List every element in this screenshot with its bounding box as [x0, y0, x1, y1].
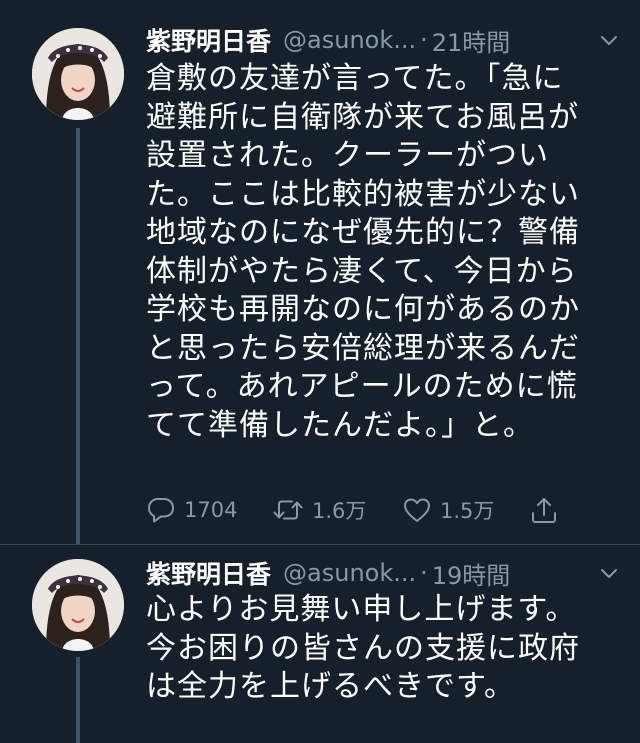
- avatar-photo: [32, 28, 124, 120]
- reply-icon: [148, 498, 174, 523]
- tweet-line: 学校も再開なのに何があるのか: [146, 292, 580, 327]
- retweet-count: 1.6万: [312, 499, 367, 523]
- tweet-line: 地域なのになぜ優先的に？警備: [146, 215, 580, 250]
- tweet-line: は全力を上げるべきです。: [146, 669, 515, 704]
- like-count: 1.5万: [440, 499, 495, 523]
- separator-dot: ·: [420, 559, 428, 587]
- tweet-header: 紫野明日香 @asunok... · 19時間: [146, 555, 620, 591]
- timestamp[interactable]: 21時間: [432, 23, 511, 58]
- tweet-actions: 1704 1.6万 1.5万: [146, 490, 586, 530]
- share-icon: [532, 498, 556, 523]
- timestamp[interactable]: 19時間: [432, 556, 511, 591]
- display-name[interactable]: 紫野明日香: [146, 22, 271, 58]
- tweet-text: 倉敷の友達が言ってた。「急に 避難所に自衛隊が来てお風呂が 設置された。クーラー…: [146, 60, 616, 445]
- tweet-header: 紫野明日香 @asunok... · 21時間: [146, 22, 620, 58]
- share-button[interactable]: [529, 490, 559, 530]
- tweet-line: って。あれアピールのために慌: [146, 369, 578, 404]
- user-handle[interactable]: @asunok...: [283, 26, 416, 54]
- tweet-line: 避難所に自衛隊が来てお風呂が: [146, 99, 580, 135]
- avatar-photo: [32, 559, 124, 651]
- tweet-line: 今お困りの皆さんの支援に政府: [146, 630, 580, 666]
- retweet-button[interactable]: 1.6万: [272, 490, 366, 530]
- tweet-line: た。ここは比較的被害が少ない: [146, 176, 580, 212]
- tweet-line: 倉敷の友達が言ってた。「急に: [146, 61, 564, 96]
- tweet-line: 心よりお見舞い申し上げます。: [146, 592, 577, 627]
- tweet-1[interactable]: 紫野明日香 @asunok... · 21時間 倉敷の友達が言ってた。「急に 避…: [0, 0, 640, 544]
- display-name[interactable]: 紫野明日香: [146, 555, 271, 591]
- tweet-line: と思ったら安倍総理が来るんだ: [146, 330, 580, 366]
- heart-icon: [404, 498, 430, 522]
- reply-button[interactable]: 1704: [146, 490, 237, 530]
- avatar[interactable]: [32, 28, 124, 120]
- chevron-down-icon[interactable]: [598, 29, 620, 51]
- tweet-line: 設置された。クーラーがつい: [146, 138, 549, 173]
- avatar[interactable]: [32, 559, 124, 651]
- separator-dot: ·: [420, 26, 428, 54]
- tweet-line: 体制がやたら凄くて、今日から: [146, 253, 578, 289]
- retweet-icon: [273, 500, 303, 520]
- thread-line: [76, 657, 80, 743]
- reply-count: 1704: [184, 498, 238, 522]
- tweet-text: 心よりお見舞い申し上げます。 今お困りの皆さんの支援に政府 は全力を上げるべきで…: [146, 591, 616, 707]
- chevron-down-icon[interactable]: [598, 562, 620, 584]
- thread-line: [76, 128, 80, 544]
- tweet-2[interactable]: 紫野明日香 @asunok... · 19時間 心よりお見舞い申し上げます。 今…: [0, 545, 640, 743]
- tweet-line: てて準備したんだよ。」と。: [146, 407, 534, 443]
- like-button[interactable]: 1.5万: [402, 490, 494, 530]
- user-handle[interactable]: @asunok...: [283, 559, 416, 587]
